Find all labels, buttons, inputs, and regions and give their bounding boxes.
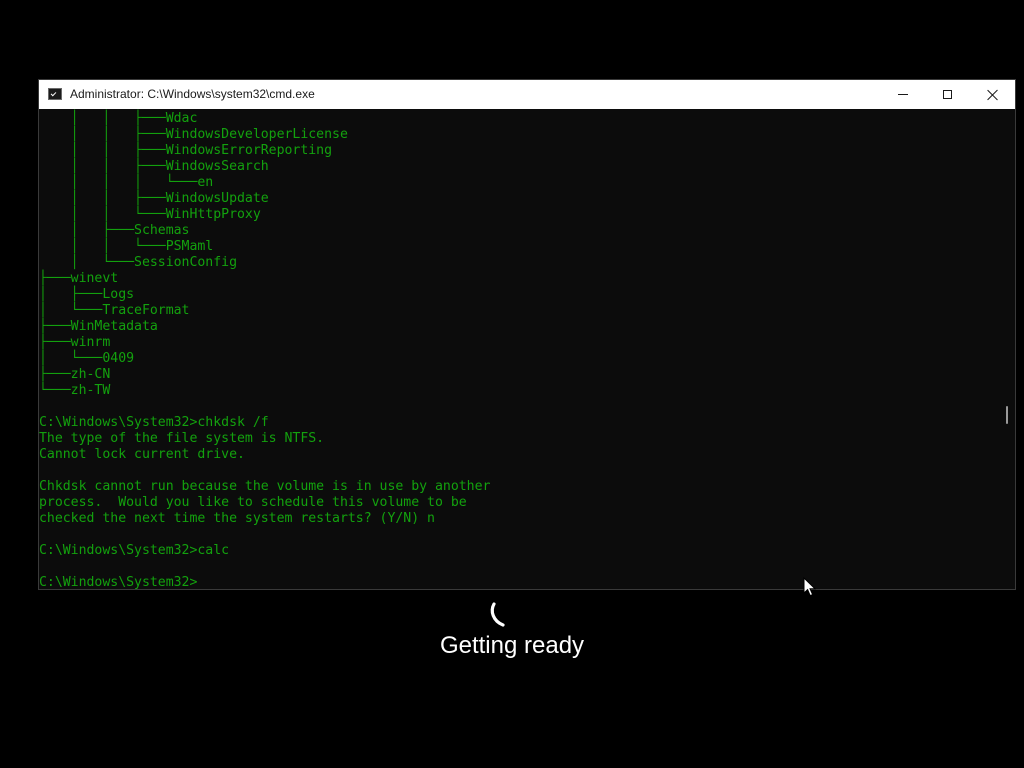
window-title: Administrator: C:\Windows\system32\cmd.e… [70,87,315,101]
console-line: C:\Windows\System32>chkdsk /f [39,415,269,430]
console-output[interactable]: │ │ ├───Wdac │ │ ├───WindowsDeveloperLic… [39,109,999,589]
console-line: │ └───0409 [39,351,135,366]
console-line: Cannot lock current drive. [39,447,245,462]
close-button[interactable] [970,80,1015,109]
console-line: C:\Windows\System32>calc [39,543,230,558]
console-line: ├───winrm [39,335,111,350]
close-icon [987,89,999,101]
console-line: ├───winevt [39,271,119,286]
console-line: └───zh-TW [39,383,111,398]
minimize-icon [897,94,908,95]
title-bar[interactable]: Administrator: C:\Windows\system32\cmd.e… [39,80,1015,109]
console-line: │ │ ├───Wdac [39,111,198,126]
console-line: process. Would you like to schedule this… [39,495,467,510]
console-line: │ └───SessionConfig [39,255,237,270]
console-line: │ │ │ └───en [39,175,214,190]
maximize-icon [943,90,952,99]
console-text: │ │ ├───Wdac │ │ ├───WindowsDeveloperLic… [39,111,490,589]
console-line: │ │ └───PSMaml [39,239,214,254]
vertical-scrollbar[interactable] [999,109,1015,589]
console-line: │ └───TraceFormat [39,303,190,318]
console-line: ├───zh-CN [39,367,111,382]
console-line: The type of the file system is NTFS. [39,431,325,446]
console-line: │ ├───Logs [39,287,135,302]
console-line: Chkdsk cannot run because the volume is … [39,479,491,494]
console-line: ├───WinMetadata [39,319,158,334]
console-line: checked the next time the system restart… [39,511,435,526]
scrollbar-thumb[interactable] [1006,406,1008,424]
console-line: │ │ ├───WindowsUpdate [39,191,269,206]
getting-ready-text: Getting ready [439,632,585,659]
mouse-pointer-icon [803,577,817,597]
console-line: │ │ └───WinHttpProxy [39,207,261,222]
cmd-window: Administrator: C:\Windows\system32\cmd.e… [38,79,1016,590]
maximize-button[interactable] [925,80,970,109]
loading-spinner-icon [490,602,505,627]
console-line: │ │ ├───WindowsDeveloperLicense [39,127,348,142]
console-line: │ ├───Schemas [39,223,190,238]
console-line: │ │ ├───WindowsSearch [39,159,269,174]
cmd-icon [48,88,62,100]
console-line: │ │ ├───WindowsErrorReporting [39,143,333,158]
minimize-button[interactable] [880,80,925,109]
console-line: C:\Windows\System32> [39,575,198,589]
